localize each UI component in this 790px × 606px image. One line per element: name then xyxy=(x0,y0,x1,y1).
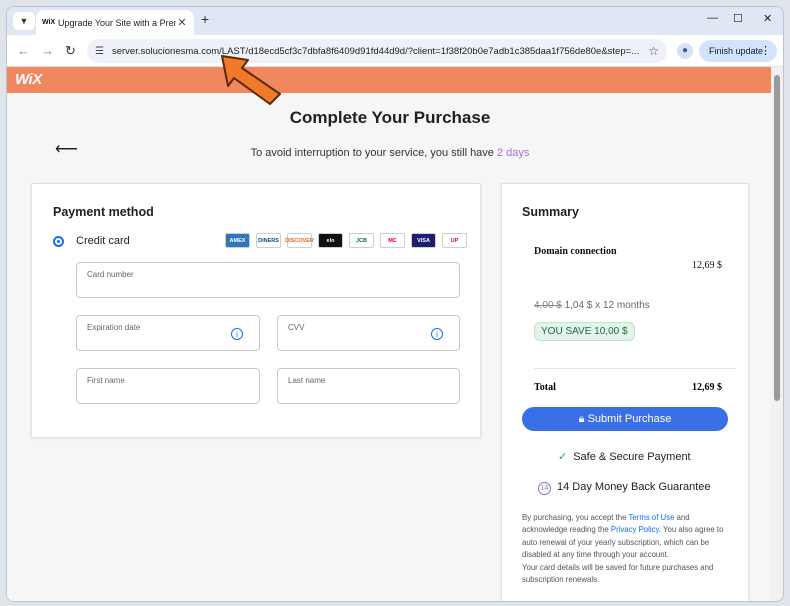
legal-text: By purchasing, you accept the Terms of U… xyxy=(522,512,734,586)
profile-avatar-icon[interactable]: ● xyxy=(677,43,693,59)
page-title: Complete Your Purchase xyxy=(289,108,491,127)
forward-icon[interactable]: → xyxy=(41,43,54,58)
url-text[interactable]: server.solucionesma.com/LAST/d18ecd5cf3c… xyxy=(112,46,648,57)
tab-title: Upgrade Your Site with a Premi xyxy=(58,17,176,28)
minimize-icon[interactable]: — xyxy=(707,12,718,24)
new-tab-button[interactable]: + xyxy=(201,11,209,27)
expiration-field[interactable]: Expiration date i xyxy=(76,315,260,351)
browser-window: ▼ WiX Upgrade Your Site with a Premi ✕ +… xyxy=(6,6,784,602)
summary-card: Summary Domain connection 12,69 $ 4,00 $… xyxy=(501,183,749,601)
amex-logo-icon: AMEX xyxy=(225,233,250,248)
payment-card: Payment method Credit card AMEX DINERS D… xyxy=(31,183,481,438)
money-back: 14 14 Day Money Back Guarantee xyxy=(538,481,710,495)
cvv-label: CVV xyxy=(288,323,305,332)
last-name-field[interactable]: Last name xyxy=(277,368,460,404)
payment-title: Payment method xyxy=(53,205,154,219)
lock-icon: 🔒︎ xyxy=(578,413,585,425)
total-value: 12,69 $ xyxy=(692,382,722,393)
first-name-field[interactable]: First name xyxy=(76,368,260,404)
tab-bar: ▼ WiX Upgrade Your Site with a Premi ✕ +… xyxy=(7,7,783,35)
close-window-icon[interactable]: ✕ xyxy=(763,12,772,25)
visa-logo-icon: VISA xyxy=(411,233,436,248)
shield-check-icon: ✓ xyxy=(558,451,568,463)
first-name-label: First name xyxy=(87,376,125,385)
scroll-thumb[interactable] xyxy=(774,75,780,401)
jcb-logo-icon: JCB xyxy=(349,233,374,248)
diners-logo-icon: DINERS xyxy=(256,233,281,248)
terms-link[interactable]: Terms of Use xyxy=(629,513,675,522)
page-subtitle: To avoid interruption to your service, y… xyxy=(7,147,773,159)
subtitle-text: To avoid interruption to your service, y… xyxy=(250,147,494,159)
summary-title: Summary xyxy=(522,205,579,219)
elo-logo-icon: elo xyxy=(318,233,343,248)
savings-badge: YOU SAVE 10,00 $ xyxy=(534,322,635,341)
page-scrollbar[interactable] xyxy=(771,67,783,601)
secure-label: Safe & Secure Payment xyxy=(573,451,691,463)
total-label: Total xyxy=(534,382,556,393)
new-price: 1,04 $ x 12 months xyxy=(564,300,650,311)
wix-header: WiX xyxy=(7,67,773,93)
mastercard-logo-icon: MC xyxy=(380,233,405,248)
tab-active[interactable]: WiX Upgrade Your Site with a Premi ✕ xyxy=(36,10,194,35)
privacy-link[interactable]: Privacy Policy xyxy=(611,525,659,534)
finish-update-label: Finish update xyxy=(709,46,764,56)
summary-item-price: 12,69 $ xyxy=(692,260,722,271)
legal-part: Your card details will be saved for futu… xyxy=(522,562,714,585)
submit-label: Submit Purchase xyxy=(587,413,672,425)
card-number-field[interactable]: Card number xyxy=(76,262,460,298)
credit-card-label[interactable]: Credit card xyxy=(76,235,130,247)
discover-logo-icon: DISCOVER xyxy=(285,233,314,248)
expiration-label: Expiration date xyxy=(87,323,141,332)
reload-icon[interactable]: ↻ xyxy=(65,43,76,59)
card-logos: AMEX DINERS DISCOVER elo JCB MC VISA UP xyxy=(225,233,467,248)
money-back-icon: 14 xyxy=(538,482,551,495)
annotation-arrow-icon xyxy=(221,55,281,105)
info-icon[interactable]: i xyxy=(431,328,443,340)
credit-card-radio[interactable] xyxy=(53,236,64,247)
divider xyxy=(534,368,736,369)
page-content: WiX Complete Your Purchase ⟵ To avoid in… xyxy=(7,67,773,601)
kebab-menu-icon[interactable]: ⋮ xyxy=(760,40,771,62)
legal-part: By purchasing, you accept the xyxy=(522,513,627,522)
close-tab-icon[interactable]: ✕ xyxy=(176,16,188,29)
wix-logo[interactable]: WiX xyxy=(15,71,42,88)
address-bar[interactable]: ☰ server.solucionesma.com/LAST/d18ecd5cf… xyxy=(87,39,667,63)
bookmark-star-icon[interactable]: ☆ xyxy=(648,44,659,58)
days-remaining: 2 days xyxy=(496,147,530,159)
finish-update-button[interactable]: Finish update ⋮ xyxy=(699,40,777,62)
browser-toolbar: ← → ↻ ☰ server.solucionesma.com/LAST/d18… xyxy=(7,35,783,67)
cvv-field[interactable]: CVV i xyxy=(277,315,460,351)
old-price: 4,00 $ xyxy=(534,300,562,311)
money-back-label: 14 Day Money Back Guarantee xyxy=(557,481,711,493)
secure-payment: ✓ Safe & Secure Payment xyxy=(558,450,691,463)
card-number-label: Card number xyxy=(87,270,134,279)
favicon-icon: WiX xyxy=(42,19,56,26)
summary-item: Domain connection xyxy=(534,246,617,257)
maximize-icon[interactable]: ☐ xyxy=(733,12,743,25)
tab-search-button[interactable]: ▼ xyxy=(13,12,35,30)
unionpay-logo-icon: UP xyxy=(442,233,467,248)
submit-purchase-button[interactable]: 🔒︎ Submit Purchase xyxy=(522,407,728,431)
price-breakdown: 4,00 $ 1,04 $ x 12 months xyxy=(534,300,650,311)
info-icon[interactable]: i xyxy=(231,328,243,340)
last-name-label: Last name xyxy=(288,376,326,385)
back-icon[interactable]: ← xyxy=(17,43,30,58)
site-info-icon[interactable]: ☰ xyxy=(95,46,104,57)
